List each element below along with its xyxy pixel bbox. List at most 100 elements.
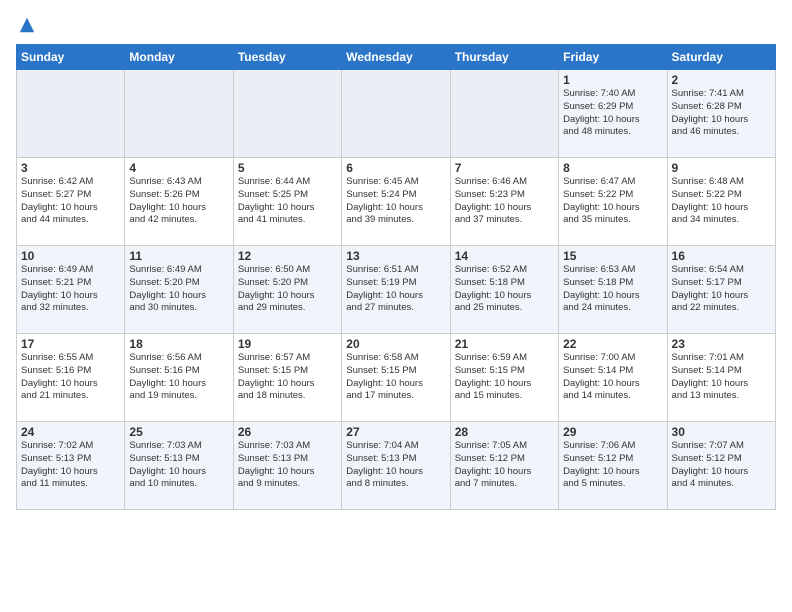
logo xyxy=(16,16,36,34)
day-number: 28 xyxy=(455,425,554,439)
day-number: 26 xyxy=(238,425,337,439)
calendar-cell xyxy=(233,70,341,158)
day-number: 9 xyxy=(672,161,771,175)
day-info: Sunrise: 6:49 AM Sunset: 5:20 PM Dayligh… xyxy=(129,264,228,315)
day-info: Sunrise: 6:53 AM Sunset: 5:18 PM Dayligh… xyxy=(563,264,662,315)
calendar-cell: 22Sunrise: 7:00 AM Sunset: 5:14 PM Dayli… xyxy=(559,334,667,422)
calendar-cell: 25Sunrise: 7:03 AM Sunset: 5:13 PM Dayli… xyxy=(125,422,233,510)
day-info: Sunrise: 7:04 AM Sunset: 5:13 PM Dayligh… xyxy=(346,440,445,491)
weekday-header: Saturday xyxy=(667,45,775,70)
day-number: 19 xyxy=(238,337,337,351)
day-number: 7 xyxy=(455,161,554,175)
page-header xyxy=(16,16,776,34)
calendar-cell: 13Sunrise: 6:51 AM Sunset: 5:19 PM Dayli… xyxy=(342,246,450,334)
day-number: 4 xyxy=(129,161,228,175)
calendar-cell: 18Sunrise: 6:56 AM Sunset: 5:16 PM Dayli… xyxy=(125,334,233,422)
calendar-cell: 15Sunrise: 6:53 AM Sunset: 5:18 PM Dayli… xyxy=(559,246,667,334)
calendar-cell: 8Sunrise: 6:47 AM Sunset: 5:22 PM Daylig… xyxy=(559,158,667,246)
calendar-cell: 11Sunrise: 6:49 AM Sunset: 5:20 PM Dayli… xyxy=(125,246,233,334)
day-number: 18 xyxy=(129,337,228,351)
day-number: 2 xyxy=(672,73,771,87)
day-info: Sunrise: 7:02 AM Sunset: 5:13 PM Dayligh… xyxy=(21,440,120,491)
weekday-header: Tuesday xyxy=(233,45,341,70)
day-number: 27 xyxy=(346,425,445,439)
day-number: 13 xyxy=(346,249,445,263)
weekday-header: Monday xyxy=(125,45,233,70)
day-number: 25 xyxy=(129,425,228,439)
day-info: Sunrise: 7:00 AM Sunset: 5:14 PM Dayligh… xyxy=(563,352,662,403)
day-info: Sunrise: 6:44 AM Sunset: 5:25 PM Dayligh… xyxy=(238,176,337,227)
day-number: 15 xyxy=(563,249,662,263)
calendar-cell: 29Sunrise: 7:06 AM Sunset: 5:12 PM Dayli… xyxy=(559,422,667,510)
day-number: 3 xyxy=(21,161,120,175)
weekday-header: Wednesday xyxy=(342,45,450,70)
calendar-cell: 20Sunrise: 6:58 AM Sunset: 5:15 PM Dayli… xyxy=(342,334,450,422)
calendar-cell: 24Sunrise: 7:02 AM Sunset: 5:13 PM Dayli… xyxy=(17,422,125,510)
logo-icon xyxy=(18,16,36,34)
calendar-cell: 6Sunrise: 6:45 AM Sunset: 5:24 PM Daylig… xyxy=(342,158,450,246)
day-info: Sunrise: 6:51 AM Sunset: 5:19 PM Dayligh… xyxy=(346,264,445,315)
day-number: 8 xyxy=(563,161,662,175)
calendar-cell xyxy=(125,70,233,158)
day-info: Sunrise: 6:48 AM Sunset: 5:22 PM Dayligh… xyxy=(672,176,771,227)
day-info: Sunrise: 6:54 AM Sunset: 5:17 PM Dayligh… xyxy=(672,264,771,315)
day-number: 16 xyxy=(672,249,771,263)
day-info: Sunrise: 6:45 AM Sunset: 5:24 PM Dayligh… xyxy=(346,176,445,227)
calendar-cell: 19Sunrise: 6:57 AM Sunset: 5:15 PM Dayli… xyxy=(233,334,341,422)
day-info: Sunrise: 7:03 AM Sunset: 5:13 PM Dayligh… xyxy=(129,440,228,491)
day-number: 1 xyxy=(563,73,662,87)
calendar-cell: 16Sunrise: 6:54 AM Sunset: 5:17 PM Dayli… xyxy=(667,246,775,334)
calendar-cell: 30Sunrise: 7:07 AM Sunset: 5:12 PM Dayli… xyxy=(667,422,775,510)
day-number: 14 xyxy=(455,249,554,263)
calendar-cell: 14Sunrise: 6:52 AM Sunset: 5:18 PM Dayli… xyxy=(450,246,558,334)
day-info: Sunrise: 6:55 AM Sunset: 5:16 PM Dayligh… xyxy=(21,352,120,403)
calendar-cell: 23Sunrise: 7:01 AM Sunset: 5:14 PM Dayli… xyxy=(667,334,775,422)
day-number: 29 xyxy=(563,425,662,439)
day-info: Sunrise: 7:41 AM Sunset: 6:28 PM Dayligh… xyxy=(672,88,771,139)
calendar-cell: 21Sunrise: 6:59 AM Sunset: 5:15 PM Dayli… xyxy=(450,334,558,422)
calendar-table: SundayMondayTuesdayWednesdayThursdayFrid… xyxy=(16,44,776,510)
day-number: 21 xyxy=(455,337,554,351)
calendar-cell: 2Sunrise: 7:41 AM Sunset: 6:28 PM Daylig… xyxy=(667,70,775,158)
day-number: 5 xyxy=(238,161,337,175)
calendar-cell: 1Sunrise: 7:40 AM Sunset: 6:29 PM Daylig… xyxy=(559,70,667,158)
day-number: 30 xyxy=(672,425,771,439)
weekday-header: Sunday xyxy=(17,45,125,70)
day-info: Sunrise: 7:05 AM Sunset: 5:12 PM Dayligh… xyxy=(455,440,554,491)
calendar-cell xyxy=(17,70,125,158)
day-number: 22 xyxy=(563,337,662,351)
calendar-cell: 10Sunrise: 6:49 AM Sunset: 5:21 PM Dayli… xyxy=(17,246,125,334)
day-number: 12 xyxy=(238,249,337,263)
day-number: 23 xyxy=(672,337,771,351)
day-number: 24 xyxy=(21,425,120,439)
day-info: Sunrise: 6:46 AM Sunset: 5:23 PM Dayligh… xyxy=(455,176,554,227)
weekday-header: Thursday xyxy=(450,45,558,70)
day-info: Sunrise: 6:49 AM Sunset: 5:21 PM Dayligh… xyxy=(21,264,120,315)
day-info: Sunrise: 7:07 AM Sunset: 5:12 PM Dayligh… xyxy=(672,440,771,491)
day-info: Sunrise: 6:50 AM Sunset: 5:20 PM Dayligh… xyxy=(238,264,337,315)
day-info: Sunrise: 7:03 AM Sunset: 5:13 PM Dayligh… xyxy=(238,440,337,491)
calendar-cell: 27Sunrise: 7:04 AM Sunset: 5:13 PM Dayli… xyxy=(342,422,450,510)
day-info: Sunrise: 6:47 AM Sunset: 5:22 PM Dayligh… xyxy=(563,176,662,227)
weekday-header: Friday xyxy=(559,45,667,70)
day-number: 11 xyxy=(129,249,228,263)
calendar-cell: 28Sunrise: 7:05 AM Sunset: 5:12 PM Dayli… xyxy=(450,422,558,510)
calendar-cell: 26Sunrise: 7:03 AM Sunset: 5:13 PM Dayli… xyxy=(233,422,341,510)
day-number: 6 xyxy=(346,161,445,175)
day-info: Sunrise: 6:58 AM Sunset: 5:15 PM Dayligh… xyxy=(346,352,445,403)
day-number: 20 xyxy=(346,337,445,351)
calendar-cell: 4Sunrise: 6:43 AM Sunset: 5:26 PM Daylig… xyxy=(125,158,233,246)
day-number: 10 xyxy=(21,249,120,263)
calendar-cell xyxy=(450,70,558,158)
calendar-cell: 7Sunrise: 6:46 AM Sunset: 5:23 PM Daylig… xyxy=(450,158,558,246)
day-number: 17 xyxy=(21,337,120,351)
calendar-cell: 9Sunrise: 6:48 AM Sunset: 5:22 PM Daylig… xyxy=(667,158,775,246)
day-info: Sunrise: 6:52 AM Sunset: 5:18 PM Dayligh… xyxy=(455,264,554,315)
calendar-cell: 17Sunrise: 6:55 AM Sunset: 5:16 PM Dayli… xyxy=(17,334,125,422)
day-info: Sunrise: 6:59 AM Sunset: 5:15 PM Dayligh… xyxy=(455,352,554,403)
day-info: Sunrise: 7:01 AM Sunset: 5:14 PM Dayligh… xyxy=(672,352,771,403)
day-info: Sunrise: 7:06 AM Sunset: 5:12 PM Dayligh… xyxy=(563,440,662,491)
day-info: Sunrise: 7:40 AM Sunset: 6:29 PM Dayligh… xyxy=(563,88,662,139)
day-info: Sunrise: 6:42 AM Sunset: 5:27 PM Dayligh… xyxy=(21,176,120,227)
day-info: Sunrise: 6:43 AM Sunset: 5:26 PM Dayligh… xyxy=(129,176,228,227)
